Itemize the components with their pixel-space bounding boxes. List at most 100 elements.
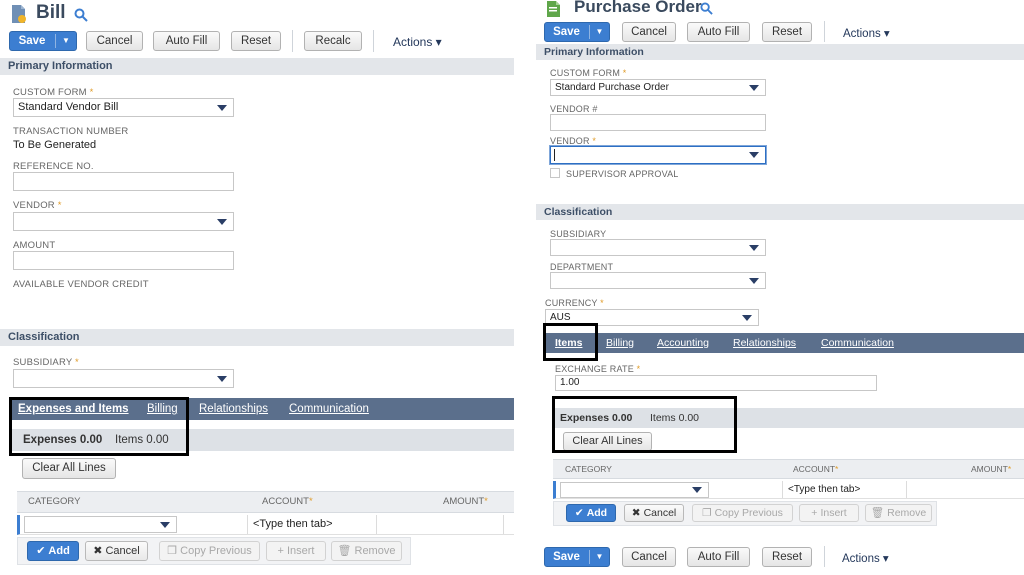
tab-communication[interactable]: Communication bbox=[821, 333, 894, 353]
custom-form-select[interactable]: Standard Vendor Bill bbox=[13, 98, 234, 117]
classification-header: Classification bbox=[536, 204, 1024, 220]
currency-label: CURRENCY * bbox=[545, 298, 604, 308]
amount-input[interactable] bbox=[13, 251, 234, 270]
recalc-button[interactable]: Recalc bbox=[304, 31, 362, 51]
required-marker: * bbox=[89, 87, 94, 98]
transaction-number-value: To Be Generated bbox=[13, 139, 97, 151]
page-title: Bill bbox=[36, 2, 66, 23]
category-select[interactable] bbox=[24, 516, 177, 533]
department-select[interactable] bbox=[550, 272, 766, 289]
bottom-auto-fill-button[interactable]: Auto Fill bbox=[687, 547, 750, 567]
search-icon[interactable] bbox=[700, 2, 713, 15]
tab-billing[interactable]: Billing bbox=[606, 333, 634, 353]
amount-cell[interactable] bbox=[380, 515, 500, 534]
vendor-number-input[interactable] bbox=[550, 114, 766, 131]
reference-no-input[interactable] bbox=[13, 172, 234, 191]
trash-icon: 🗑 bbox=[337, 545, 352, 557]
items-grid-header: CATEGORY ACCOUNT* AMOUNT* bbox=[553, 459, 1024, 479]
cancel-line-label: Cancel bbox=[643, 507, 677, 519]
required-marker: * bbox=[308, 496, 313, 507]
tab-communication[interactable]: Communication bbox=[289, 398, 369, 420]
check-icon: ✔ bbox=[36, 545, 46, 557]
copy-previous-button[interactable]: ❐ Copy Previous bbox=[159, 541, 260, 561]
cancel-line-button[interactable]: ✖ Cancel bbox=[624, 504, 684, 522]
toolbar-divider bbox=[824, 21, 825, 42]
cancel-line-button[interactable]: ✖ Cancel bbox=[85, 541, 148, 561]
cell-divider bbox=[376, 515, 377, 534]
currency-label-text: CURRENCY bbox=[545, 298, 598, 308]
insert-line-button[interactable]: + Insert bbox=[266, 541, 326, 561]
cancel-button[interactable]: Cancel bbox=[86, 31, 143, 51]
subtab-bar: Items Billing Accounting Relationships C… bbox=[545, 333, 1024, 353]
remove-line-label: Remove bbox=[887, 507, 927, 519]
cell-divider bbox=[906, 481, 907, 498]
exchange-rate-label-text: EXCHANGE RATE bbox=[555, 364, 634, 374]
exchange-rate-input[interactable]: 1.00 bbox=[555, 375, 877, 391]
subsidiary-select[interactable] bbox=[550, 239, 766, 256]
vendor-select[interactable] bbox=[13, 212, 234, 231]
supervisor-approval-checkbox[interactable] bbox=[550, 168, 560, 178]
bottom-reset-button[interactable]: Reset bbox=[762, 547, 812, 567]
reset-button[interactable]: Reset bbox=[231, 31, 281, 51]
custom-form-select[interactable]: Standard Purchase Order bbox=[550, 79, 766, 96]
save-dropdown-icon[interactable]: ▼ bbox=[590, 548, 609, 566]
tab-accounting[interactable]: Accounting bbox=[657, 333, 709, 353]
custom-form-value: Standard Vendor Bill bbox=[18, 101, 119, 113]
copy-previous-button[interactable]: ❐ Copy Previous bbox=[692, 504, 793, 522]
chevron-down-icon bbox=[749, 152, 759, 158]
save-dropdown-icon[interactable]: ▼ bbox=[590, 23, 609, 41]
primary-information-header: Primary Information bbox=[536, 44, 1024, 60]
reset-button[interactable]: Reset bbox=[762, 22, 812, 42]
auto-fill-button[interactable]: Auto Fill bbox=[687, 22, 750, 42]
tab-relationships[interactable]: Relationships bbox=[733, 333, 796, 353]
auto-fill-button[interactable]: Auto Fill bbox=[153, 31, 220, 51]
remove-line-button[interactable]: 🗑 Remove bbox=[331, 541, 402, 561]
table-row: <Type then tab> bbox=[17, 515, 514, 535]
toolbar-divider bbox=[824, 546, 825, 567]
available-vendor-credit-label: AVAILABLE VENDOR CREDIT bbox=[13, 279, 149, 290]
save-label: Save bbox=[18, 35, 46, 47]
save-label: Save bbox=[553, 551, 580, 563]
account-cell[interactable]: <Type then tab> bbox=[788, 481, 860, 500]
add-line-button[interactable]: ✔ Add bbox=[566, 504, 616, 522]
account-cell[interactable]: <Type then tab> bbox=[253, 515, 333, 534]
category-select[interactable] bbox=[560, 482, 709, 498]
chevron-down-icon bbox=[217, 376, 227, 382]
row-button-bar: ✔ Add ✖ Cancel ❐ Copy Previous + Insert 🗑 Rem… bbox=[553, 501, 937, 526]
vendor-select[interactable] bbox=[550, 146, 766, 164]
vendor-label: VENDOR * bbox=[550, 136, 596, 146]
grid-header-amount-text: AMOUNT bbox=[971, 464, 1008, 474]
subsidiary-select[interactable] bbox=[13, 369, 234, 388]
bottom-actions-menu[interactable]: Actions ▾ bbox=[842, 551, 889, 565]
required-marker: * bbox=[57, 200, 62, 211]
insert-line-label: Insert bbox=[286, 545, 315, 557]
exchange-rate-value: 1.00 bbox=[560, 377, 580, 388]
bottom-save-button[interactable]: Save ▼ bbox=[544, 547, 610, 567]
required-marker: * bbox=[636, 364, 641, 374]
amount-label: AMOUNT bbox=[13, 240, 56, 251]
amount-cell[interactable] bbox=[910, 481, 1020, 500]
bill-record-icon bbox=[12, 5, 26, 23]
actions-menu[interactable]: Actions ▾ bbox=[393, 35, 442, 49]
save-dropdown-icon[interactable]: ▼ bbox=[56, 32, 76, 50]
vendor-label-text: VENDOR bbox=[13, 200, 55, 211]
vendor-label: VENDOR * bbox=[13, 200, 62, 211]
add-line-button[interactable]: ✔ Add bbox=[27, 541, 79, 561]
save-button[interactable]: Save ▼ bbox=[9, 31, 77, 51]
page-title: Purchase Order bbox=[574, 0, 702, 16]
cancel-button[interactable]: Cancel bbox=[622, 22, 676, 42]
text-cursor bbox=[554, 149, 555, 161]
toolbar-divider bbox=[373, 30, 374, 52]
clear-all-lines-button[interactable]: Clear All Lines bbox=[22, 458, 116, 479]
tab-relationships[interactable]: Relationships bbox=[199, 398, 268, 420]
chevron-down-icon bbox=[749, 278, 759, 284]
search-icon[interactable] bbox=[74, 8, 88, 22]
actions-menu[interactable]: Actions ▾ bbox=[843, 26, 890, 40]
copy-previous-label: Copy Previous bbox=[180, 545, 252, 557]
save-button[interactable]: Save ▼ bbox=[544, 22, 610, 42]
save-label: Save bbox=[553, 26, 580, 38]
copy-icon: ❐ bbox=[167, 545, 178, 557]
remove-line-button[interactable]: 🗑 Remove bbox=[865, 504, 932, 522]
bottom-cancel-button[interactable]: Cancel bbox=[622, 547, 676, 567]
insert-line-button[interactable]: + Insert bbox=[799, 504, 859, 522]
